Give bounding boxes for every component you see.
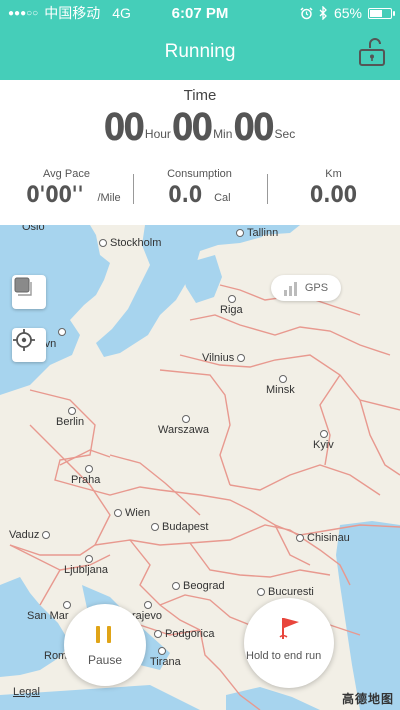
map-city-label: Stockholm bbox=[99, 237, 161, 249]
signal-bars-icon bbox=[283, 280, 297, 296]
pause-icon bbox=[96, 626, 111, 643]
pause-button[interactable]: Pause bbox=[64, 604, 146, 686]
nav-bar: Running bbox=[0, 26, 400, 80]
city-pin-icon bbox=[68, 407, 76, 415]
legal-link[interactable]: Legal bbox=[13, 686, 40, 698]
locate-button[interactable] bbox=[12, 328, 46, 362]
city-pin-icon bbox=[85, 465, 93, 473]
end-run-button[interactable]: Hold to end run bbox=[244, 598, 334, 688]
map-city-label: Warszawa bbox=[158, 415, 209, 436]
running-screen: ●●●○○ 中国移动 4G 6:07 PM 65% Running Time 0… bbox=[0, 0, 400, 710]
status-time: 6:07 PM bbox=[171, 4, 229, 22]
city-pin-icon bbox=[42, 531, 51, 539]
elapsed-time: 00 Hour 00 Min 00 Sec bbox=[0, 106, 400, 149]
map-city-label: Oslo bbox=[22, 225, 45, 233]
city-pin-icon bbox=[182, 415, 190, 423]
city-pin-icon bbox=[296, 534, 304, 542]
consumption-value: 0.0 bbox=[168, 182, 203, 208]
avg-pace-unit: /Mile bbox=[97, 192, 121, 204]
city-pin-icon bbox=[58, 328, 66, 336]
city-pin-icon bbox=[158, 647, 166, 655]
status-bar: ●●●○○ 中国移动 4G 6:07 PM 65% bbox=[0, 0, 400, 26]
map-city-label: Riga bbox=[220, 295, 243, 316]
map-city-label: Berlin bbox=[56, 407, 84, 428]
map-city-label: Praha bbox=[71, 465, 100, 486]
end-run-label: Hold to end run bbox=[246, 650, 322, 662]
metrics-row: Avg Pace 0'00'' /Mile Consumption 0.0 Ca… bbox=[0, 168, 400, 218]
city-pin-icon bbox=[154, 630, 162, 638]
consumption-unit: Cal bbox=[214, 192, 231, 204]
city-pin-icon bbox=[237, 354, 246, 362]
pause-label: Pause bbox=[87, 653, 123, 667]
map-city-label: Vaduz bbox=[9, 529, 51, 541]
city-pin-icon bbox=[172, 582, 180, 590]
map-city-label: Vilnius bbox=[202, 352, 246, 364]
map-city-label: San Mar bbox=[27, 601, 71, 622]
map-city-label: Chisinau bbox=[296, 532, 350, 544]
map-city-label: Podgorica bbox=[154, 628, 215, 640]
map-city-label: Tallinn bbox=[236, 227, 278, 239]
map-city-label: Minsk bbox=[266, 375, 295, 396]
layers-icon bbox=[14, 277, 32, 296]
city-pin-icon bbox=[236, 229, 244, 237]
km-label: Km bbox=[325, 168, 342, 180]
divider bbox=[267, 174, 268, 204]
time-label: Time bbox=[183, 87, 217, 104]
crosshair-icon bbox=[13, 329, 35, 351]
seconds-value: 00 bbox=[233, 106, 274, 150]
gps-label: GPS bbox=[304, 282, 329, 294]
unlock-icon[interactable] bbox=[358, 38, 386, 66]
page-title: Running bbox=[164, 41, 236, 62]
seconds-unit: Sec bbox=[274, 127, 296, 141]
map-city-label: Kyiv bbox=[313, 430, 334, 451]
minutes-value: 00 bbox=[171, 106, 213, 150]
stats-panel: Time 00 Hour 00 Min 00 Sec Avg Pace 0'00… bbox=[0, 80, 400, 225]
map-city-label: Bucuresti bbox=[257, 586, 314, 598]
map-city-label: Budapest bbox=[151, 521, 208, 533]
hours-value: 00 bbox=[103, 106, 145, 150]
hours-unit: Hour bbox=[144, 127, 171, 141]
map-city-label: Wien bbox=[114, 507, 150, 519]
consumption-label: Consumption bbox=[167, 168, 232, 180]
city-pin-icon bbox=[144, 601, 152, 609]
city-pin-icon bbox=[151, 523, 159, 531]
map-city-label: Ljubljana bbox=[64, 555, 108, 576]
map-city-label: Tirana bbox=[150, 647, 181, 668]
city-pin-icon bbox=[279, 375, 287, 383]
city-pin-icon bbox=[320, 430, 328, 438]
divider bbox=[133, 174, 134, 204]
city-pin-icon bbox=[85, 555, 93, 563]
map-provider-logo: 高德地图 bbox=[341, 692, 394, 706]
km-metric: Km 0.00 bbox=[267, 168, 400, 208]
battery-icon bbox=[368, 7, 395, 19]
consumption-metric: Consumption 0.0 Cal bbox=[133, 168, 266, 208]
map-city-label: Beograd bbox=[172, 580, 225, 592]
km-value: 0.00 bbox=[310, 182, 357, 208]
layers-button[interactable] bbox=[12, 275, 46, 309]
city-pin-icon bbox=[114, 509, 122, 517]
city-pin-icon bbox=[257, 588, 265, 596]
city-pin-icon bbox=[63, 601, 71, 609]
avg-pace-value: 0'00'' bbox=[26, 182, 84, 208]
flag-icon bbox=[279, 618, 299, 639]
avg-pace-label: Avg Pace bbox=[43, 168, 90, 180]
city-pin-icon bbox=[99, 239, 107, 247]
gps-signal-indicator: GPS bbox=[271, 275, 341, 301]
minutes-unit: Min bbox=[213, 127, 233, 141]
city-pin-icon bbox=[228, 295, 236, 303]
avg-pace-metric: Avg Pace 0'00'' /Mile bbox=[0, 168, 133, 208]
map-view[interactable]: Oslo Stockholm Tallinn Riga penhavn Viln… bbox=[0, 225, 400, 710]
